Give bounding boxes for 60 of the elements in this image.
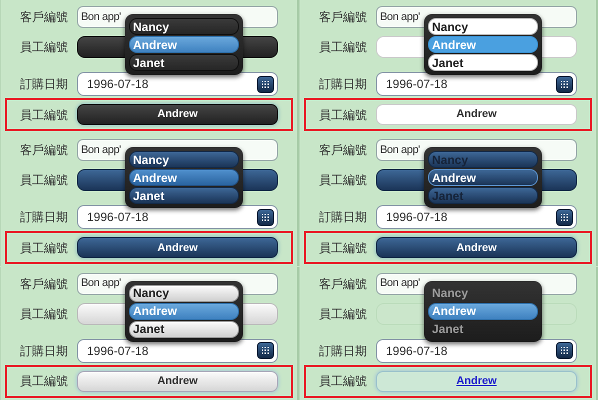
grid-icon [561,347,568,354]
field-label: 員工編號 [319,172,368,190]
grid-icon [262,347,269,354]
calendar-button[interactable] [556,208,573,226]
field-label: 員工編號 [319,373,368,390]
dropdown-option[interactable]: Janet [129,187,239,204]
calendar-button[interactable] [556,76,573,92]
field-label: 員工編號 [319,39,368,56]
dropdown-option[interactable]: Nancy [129,18,239,35]
field-label: 員工編號 [319,306,368,323]
field-label: 訂購日期 [319,209,368,226]
employee-button[interactable]: Andrew [77,104,278,125]
field-label: 員工編號 [20,373,69,390]
dropdown-option[interactable]: Janet [428,320,538,338]
field-label: 客戶編號 [20,276,69,293]
dropdown-option[interactable]: Nancy [129,284,239,302]
field-label: 員工編號 [20,172,69,190]
dropdown-option[interactable]: Janet [129,54,239,71]
dropdown-option[interactable]: Nancy [428,284,538,302]
calendar-button[interactable] [257,342,274,360]
dropdown-option[interactable]: Andrew [129,169,239,186]
calendar-button[interactable] [556,342,573,360]
employee-button[interactable]: Andrew [77,370,278,392]
dropdown-option[interactable]: Nancy [129,151,239,168]
field-label: 員工編號 [20,39,69,56]
field-label: 客戶編號 [20,142,69,160]
dropdown-option[interactable]: Janet [428,54,538,71]
date-field[interactable]: 1996-07-18 [376,72,577,96]
grid-icon [561,214,568,221]
field-label: 員工編號 [20,106,69,124]
date-field[interactable]: 1996-07-18 [77,205,278,230]
field-label: 訂購日期 [20,76,69,93]
employee-button[interactable]: Andrew [376,370,577,392]
employee-button[interactable]: Andrew [77,237,278,258]
date-field[interactable]: 1996-07-18 [376,205,577,230]
field-label: 客戶編號 [319,9,368,26]
field-label: 客戶編號 [319,142,368,160]
field-label: 員工編號 [319,106,368,124]
dropdown-option[interactable]: Nancy [428,18,538,35]
date-field[interactable]: 1996-07-18 [376,338,577,363]
grid-icon [561,80,568,88]
field-label: 員工編號 [20,240,69,257]
dropdown-option[interactable]: Janet [129,320,239,338]
calendar-button[interactable] [257,208,274,226]
calendar-button[interactable] [257,76,274,92]
employee-button[interactable]: Andrew [376,237,577,258]
field-label: 員工編號 [20,306,69,323]
dropdown-option[interactable]: Andrew [428,169,538,186]
field-label: 客戶編號 [319,276,368,293]
grid-icon [262,80,269,88]
date-field[interactable]: 1996-07-18 [77,338,278,363]
employee-button[interactable]: Andrew [376,104,577,125]
field-label: 客戶編號 [20,9,69,26]
field-label: 訂購日期 [20,342,69,360]
field-label: 訂購日期 [319,342,368,360]
date-field[interactable]: 1996-07-18 [77,72,278,96]
grid-icon [262,214,269,221]
field-label: 員工編號 [319,240,368,257]
field-label: 訂購日期 [20,209,69,226]
field-label: 訂購日期 [319,76,368,93]
